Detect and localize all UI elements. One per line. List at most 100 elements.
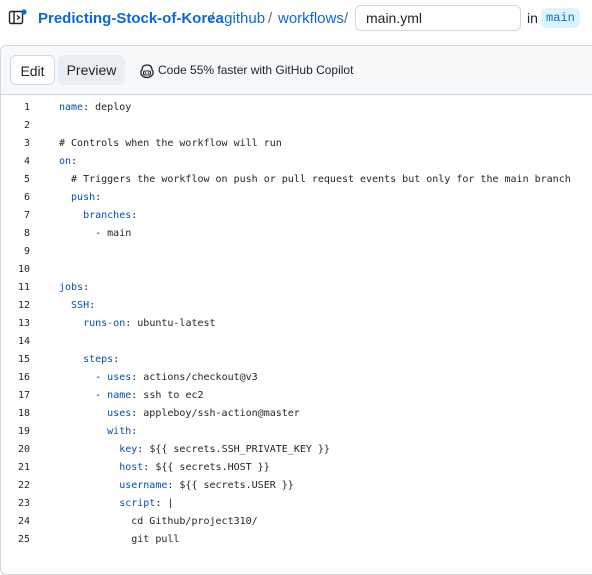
- code-token-punct: -: [59, 390, 108, 401]
- line-number: 23: [17, 498, 30, 509]
- editor-header: Edit Preview Code 55% faster with GitHub…: [1, 46, 592, 95]
- tab-preview[interactable]: Preview: [58, 55, 125, 85]
- code-token-key: host: [59, 462, 144, 473]
- code-line[interactable]: 1 name: deploy: [0, 99, 592, 117]
- code-line[interactable]: 24 cd Github/project310/: [0, 513, 592, 531]
- code-token-key: steps: [59, 354, 114, 365]
- line-number: 14: [17, 336, 30, 347]
- code-token-key: uses: [59, 408, 132, 419]
- line-number: 8: [23, 228, 30, 239]
- code-line[interactable]: 10: [0, 261, 592, 279]
- line-number: 6: [23, 192, 30, 203]
- code-line[interactable]: 23 script: |: [0, 495, 592, 513]
- code-token-punct: :: [89, 300, 96, 311]
- line-content: cd Github/project310/: [59, 513, 258, 531]
- copilot-promo-text: Code 55% faster with GitHub Copilot: [158, 63, 354, 77]
- code-token-value: : appleboy/ssh-action@master: [131, 408, 300, 419]
- line-content: script: |: [59, 495, 173, 513]
- code-line[interactable]: 11 jobs:: [0, 279, 592, 297]
- branch-badge[interactable]: main: [541, 8, 580, 28]
- breadcrumb-github-folder-link[interactable]: .github: [220, 10, 265, 27]
- code-token-value: : ${{ secrets.SSH_PRIVATE_KEY }}: [137, 444, 330, 455]
- line-number: 24: [17, 516, 30, 527]
- code-token-value: : actions/checkout@v3: [131, 372, 258, 383]
- code-token-punct: :: [71, 156, 78, 167]
- code-line[interactable]: 2: [0, 117, 592, 135]
- line-content: name: deploy: [59, 99, 131, 117]
- line-number: 12: [17, 300, 30, 311]
- code-token-value: git pull: [59, 534, 180, 545]
- code-line[interactable]: 6 push:: [0, 189, 592, 207]
- code-line[interactable]: 5 # Triggers the workflow on push or pul…: [0, 171, 592, 189]
- code-token-key: runs-on: [59, 318, 126, 329]
- code-line[interactable]: 16 - uses: actions/checkout@v3: [0, 369, 592, 387]
- in-branch-label: in: [527, 10, 538, 26]
- code-token-punct: :: [113, 354, 120, 365]
- code-line[interactable]: 21 host: ${{ secrets.HOST }}: [0, 459, 592, 477]
- line-number: 20: [17, 444, 30, 455]
- code-token-punct: :: [83, 282, 90, 293]
- filename-input[interactable]: [355, 5, 521, 31]
- line-number: 11: [17, 282, 30, 293]
- line-content: # Controls when the workflow will run: [59, 135, 282, 153]
- code-line[interactable]: 12 SSH:: [0, 297, 592, 315]
- line-number: 13: [17, 318, 30, 329]
- code-token-key: on: [59, 156, 72, 167]
- code-line[interactable]: 18 uses: appleboy/ssh-action@master: [0, 405, 592, 423]
- breadcrumb-workflows-folder-link[interactable]: workflows: [278, 10, 344, 27]
- code-token-key: with: [59, 426, 132, 437]
- tab-edit[interactable]: Edit: [10, 55, 55, 85]
- code-token-key: key: [59, 444, 138, 455]
- code-line[interactable]: 8 - main: [0, 225, 592, 243]
- code-token-key: name: [59, 102, 84, 113]
- copilot-icon: [139, 63, 155, 79]
- code-token-comment: # Triggers the workflow on push or pull …: [59, 174, 571, 185]
- code-line[interactable]: 20 key: ${{ secrets.SSH_PRIVATE_KEY }}: [0, 441, 592, 459]
- code-token-value: : ${{ secrets.USER }}: [167, 480, 294, 491]
- line-number: 10: [17, 264, 30, 275]
- code-token-key: name: [107, 390, 132, 401]
- line-number: 22: [17, 480, 30, 491]
- code-token-key: branches: [59, 210, 132, 221]
- code-token-key: jobs: [59, 282, 84, 293]
- line-number: 17: [17, 390, 30, 401]
- line-number: 25: [17, 534, 30, 545]
- line-number: 16: [17, 372, 30, 383]
- line-number: 5: [23, 174, 30, 185]
- code-line[interactable]: 15 steps:: [0, 351, 592, 369]
- line-number: 2: [23, 120, 30, 131]
- line-content: push:: [59, 189, 101, 207]
- line-content: git pull: [59, 531, 179, 549]
- code-line[interactable]: 25 git pull: [0, 531, 592, 549]
- line-content: - main: [59, 225, 131, 243]
- code-line[interactable]: 22 username: ${{ secrets.USER }}: [0, 477, 592, 495]
- code-token-key: push: [59, 192, 96, 203]
- line-content: uses: appleboy/ssh-action@master: [59, 405, 300, 423]
- code-line[interactable]: 3 # Controls when the workflow will run: [0, 135, 592, 153]
- code-token-comment: # Controls when the workflow will run: [59, 138, 282, 149]
- code-line[interactable]: 19 with:: [0, 423, 592, 441]
- code-line[interactable]: 13 runs-on: ubuntu-latest: [0, 315, 592, 333]
- code-token-punct: -: [59, 372, 108, 383]
- line-content: SSH:: [59, 297, 95, 315]
- breadcrumb-separator: /: [210, 10, 215, 27]
- line-content: key: ${{ secrets.SSH_PRIVATE_KEY }}: [59, 441, 330, 459]
- line-content: branches:: [59, 207, 137, 225]
- line-number: 1: [23, 102, 30, 113]
- code-line[interactable]: 17 - name: ssh to ec2: [0, 387, 592, 405]
- code-token-value: cd Github/project310/: [59, 516, 258, 527]
- line-content: with:: [59, 423, 137, 441]
- code-line[interactable]: 7 branches:: [0, 207, 592, 225]
- line-number: 19: [17, 426, 30, 437]
- code-line[interactable]: 9: [0, 243, 592, 261]
- code-line[interactable]: 4 on:: [0, 153, 592, 171]
- breadcrumb-repo-link[interactable]: Predicting-Stock-of-Korea: [38, 10, 224, 27]
- code-token-value: : ${{ secrets.HOST }}: [143, 462, 270, 473]
- code-line[interactable]: 14: [0, 333, 592, 351]
- file-tree-icon[interactable]: [8, 9, 28, 27]
- code-token-value: : ssh to ec2: [131, 390, 204, 401]
- code-token-key: uses: [107, 372, 132, 383]
- code-token-value: : ubuntu-latest: [125, 318, 216, 329]
- line-number: 21: [17, 462, 30, 473]
- line-number: 9: [23, 246, 30, 257]
